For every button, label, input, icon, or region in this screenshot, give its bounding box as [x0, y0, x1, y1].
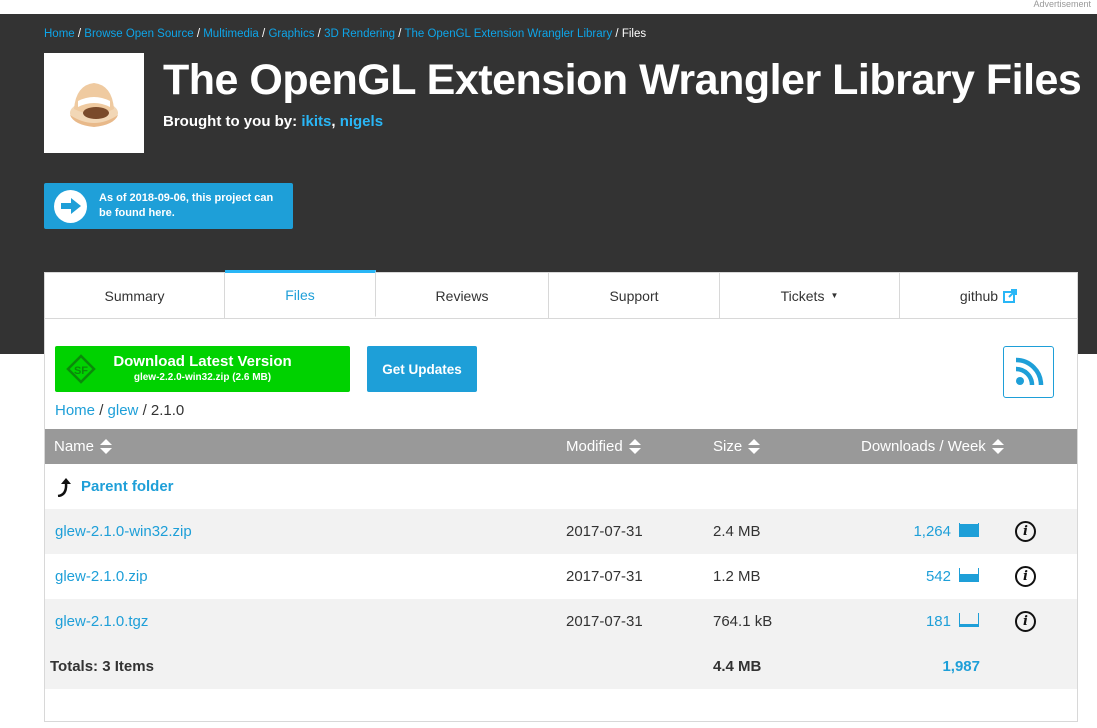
arrow-right-circle-icon: [54, 189, 87, 223]
totals-size: 4.4 MB: [713, 658, 762, 675]
project-logo[interactable]: [44, 53, 144, 153]
file-link[interactable]: glew-2.1.0-win32.zip: [55, 523, 192, 540]
info-icon[interactable]: i: [1015, 566, 1036, 587]
sort-icon: [628, 438, 641, 455]
breadcrumb-separator: /: [317, 28, 321, 40]
up-arrow-icon: [57, 477, 71, 497]
column-name-label: Name: [54, 438, 95, 455]
info-icon[interactable]: i: [1015, 521, 1036, 542]
path-separator: /: [142, 402, 147, 419]
sort-icon: [748, 438, 761, 455]
totals-row: Totals: 3 Items 4.4 MB 1,987: [45, 644, 1077, 689]
sparkline-fill: [960, 624, 978, 626]
sparkline-chart-icon[interactable]: [959, 613, 979, 627]
modified-date: 2017-07-31: [566, 523, 643, 540]
files-table-header: Name Modified Size Downloads / Week: [45, 429, 1077, 464]
sparkline-chart-icon[interactable]: [959, 568, 979, 582]
table-row: glew-2.1.0-win32.zip 2017-07-31 2.4 MB 1…: [45, 509, 1077, 554]
breadcrumb-browse[interactable]: Browse Open Source: [84, 28, 193, 40]
column-header-size[interactable]: Size: [713, 429, 761, 464]
breadcrumb-project[interactable]: The OpenGL Extension Wrangler Library: [404, 28, 612, 40]
breadcrumb-multimedia[interactable]: Multimedia: [203, 28, 259, 40]
page-title: The OpenGL Extension Wrangler Library Fi…: [163, 56, 1082, 104]
sparkline-fill: [960, 574, 978, 581]
download-title: Download Latest Version: [113, 353, 292, 370]
tab-tickets[interactable]: Tickets ▼: [720, 273, 900, 318]
downloads-count[interactable]: 542: [926, 568, 951, 585]
breadcrumb-separator: /: [615, 28, 619, 40]
column-modified-label: Modified: [566, 438, 623, 455]
totals-label: Totals: 3 Items: [50, 658, 154, 675]
folder-path: Home / glew / 2.1.0: [55, 402, 184, 419]
downloads-count[interactable]: 1,264: [913, 523, 951, 540]
column-header-downloads[interactable]: Downloads / Week: [861, 429, 1004, 464]
path-home[interactable]: Home: [55, 402, 95, 419]
caret-down-icon: ▼: [830, 291, 839, 300]
breadcrumb-separator: /: [398, 28, 402, 40]
get-updates-button[interactable]: Get Updates: [367, 346, 477, 392]
file-size: 764.1 kB: [713, 613, 773, 630]
breadcrumb-graphics[interactable]: Graphics: [268, 28, 314, 40]
column-header-modified[interactable]: Modified: [566, 429, 641, 464]
breadcrumb-separator: /: [196, 28, 201, 40]
modified-date: 2017-07-31: [566, 613, 643, 630]
path-separator: /: [99, 402, 104, 419]
glew-logo-icon: [70, 83, 118, 127]
sparkline-fill: [960, 524, 978, 536]
breadcrumb-home[interactable]: Home: [44, 28, 75, 40]
project-moved-notice[interactable]: As of 2018-09-06, this project can be fo…: [44, 183, 293, 229]
brought-prefix: Brought to you by:: [163, 113, 298, 130]
tab-files[interactable]: Files: [225, 270, 376, 317]
author-link-nigels[interactable]: nigels: [340, 113, 383, 130]
download-subtitle: glew-2.2.0-win32.zip (2.6 MB): [133, 372, 272, 383]
parent-folder-link[interactable]: Parent folder: [81, 478, 174, 495]
parent-folder-row: Parent folder: [45, 464, 1077, 509]
external-link-icon: [1003, 288, 1018, 303]
notice-text: As of 2018-09-06, this project can be fo…: [99, 192, 274, 219]
column-header-name[interactable]: Name: [54, 429, 113, 464]
file-link[interactable]: glew-2.1.0.tgz: [55, 613, 148, 630]
advertisement-label: Advertisement: [1033, 0, 1091, 9]
breadcrumb-separator: /: [77, 28, 82, 40]
file-size: 1.2 MB: [713, 568, 761, 585]
files-panel: Summary Files Reviews Support Tickets ▼ …: [44, 270, 1078, 722]
tab-summary[interactable]: Summary: [45, 273, 225, 318]
sort-icon: [100, 438, 113, 455]
rss-button[interactable]: [1003, 346, 1054, 398]
file-size: 2.4 MB: [713, 523, 761, 540]
tab-tickets-label: Tickets: [780, 287, 825, 304]
breadcrumb-separator: /: [262, 28, 266, 40]
brought-to-you-by: Brought to you by: ikits, nigels: [163, 113, 383, 130]
column-downloads-label: Downloads / Week: [861, 438, 986, 455]
info-icon[interactable]: i: [1015, 611, 1036, 632]
tab-reviews[interactable]: Reviews: [376, 273, 549, 318]
table-row: glew-2.1.0.zip 2017-07-31 1.2 MB 542 i: [45, 554, 1077, 599]
breadcrumb-3d-rendering[interactable]: 3D Rendering: [324, 28, 395, 40]
sparkline-chart-icon[interactable]: [959, 523, 979, 537]
breadcrumb-current: Files: [621, 28, 647, 40]
path-glew[interactable]: glew: [108, 402, 139, 419]
author-separator: ,: [331, 113, 336, 130]
column-size-label: Size: [713, 438, 743, 455]
totals-downloads[interactable]: 1,987: [942, 658, 980, 675]
modified-date: 2017-07-31: [566, 568, 643, 585]
file-link[interactable]: glew-2.1.0.zip: [55, 568, 148, 585]
project-tabs: Summary Files Reviews Support Tickets ▼ …: [45, 270, 1077, 319]
breadcrumb: Home / Browse Open Source / Multimedia /…: [44, 28, 646, 40]
path-current: 2.1.0: [150, 402, 185, 419]
tab-github-label: github: [959, 287, 999, 304]
sort-icon: [991, 438, 1004, 455]
download-latest-button[interactable]: SF Download Latest Version glew-2.2.0-wi…: [55, 346, 350, 392]
author-link-ikits[interactable]: ikits: [301, 113, 331, 130]
table-row: glew-2.1.0.tgz 2017-07-31 764.1 kB 181 i: [45, 599, 1077, 644]
parent-folder-cell[interactable]: Parent folder: [55, 464, 174, 509]
tab-github[interactable]: github: [900, 273, 1077, 318]
downloads-count[interactable]: 181: [926, 613, 951, 630]
rss-icon: [1015, 357, 1043, 386]
tab-support[interactable]: Support: [549, 273, 720, 318]
